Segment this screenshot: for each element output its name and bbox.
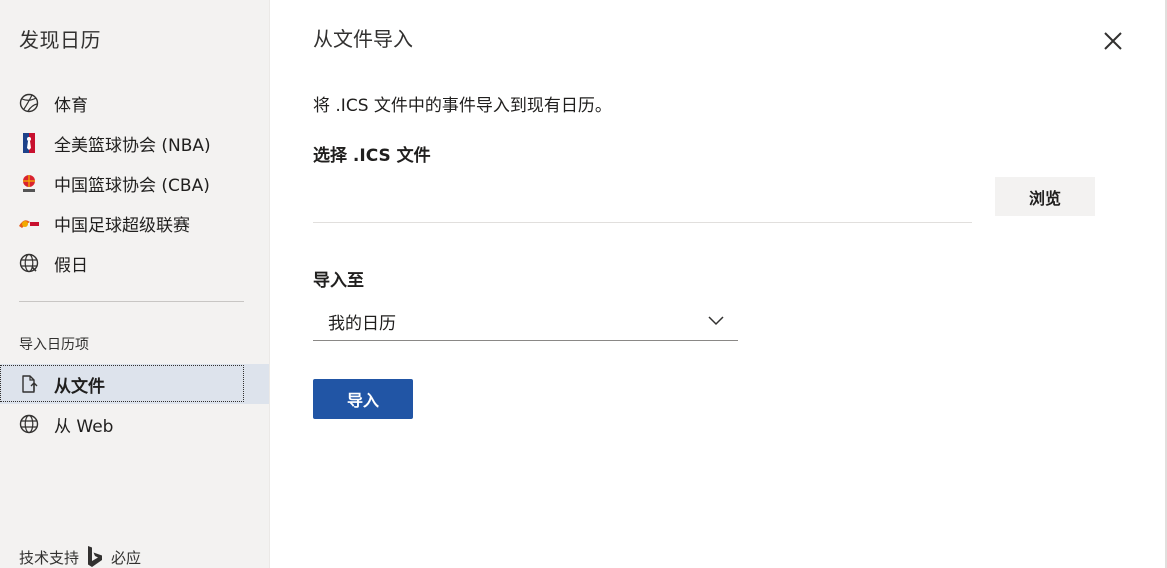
file-import-icon — [18, 373, 40, 395]
footer-brand: 必应 — [111, 548, 142, 567]
nba-logo-icon — [18, 132, 40, 154]
main-panel: 从文件导入 将 .ICS 文件中的事件导入到现有日历。 选择 .ICS 文件 浏… — [270, 0, 1167, 568]
sidebar-item-label: 中国篮球协会 (CBA) — [54, 175, 210, 196]
sidebar-item-from-web[interactable]: 从 Web — [0, 404, 269, 444]
choose-file-label: 选择 .ICS 文件 — [313, 146, 431, 166]
cba-logo-icon — [18, 172, 40, 194]
sidebar-item-label: 假日 — [54, 255, 88, 276]
sidebar-item-label: 全美篮球协会 (NBA) — [54, 135, 211, 156]
sidebar-footer: 技术支持 必应 — [19, 546, 141, 568]
bing-logo-icon — [87, 546, 103, 568]
csl-logo-icon — [18, 212, 40, 234]
sidebar-item-label: 从文件 — [54, 376, 105, 397]
chevron-down-icon — [708, 316, 724, 326]
sidebar-item-label: 中国足球超级联赛 — [54, 215, 190, 236]
sidebar-item-label: 体育 — [54, 95, 88, 116]
page-title: 从文件导入 — [313, 27, 413, 51]
footer-prefix: 技术支持 — [19, 548, 80, 567]
close-button[interactable] — [1100, 28, 1126, 54]
sidebar-item-from-file[interactable]: 从文件 — [0, 364, 269, 404]
browse-button[interactable]: 浏览 — [995, 177, 1095, 216]
import-to-label: 导入至 — [313, 271, 364, 291]
globe-icon — [18, 252, 40, 274]
close-icon — [1104, 32, 1122, 50]
sidebar-item-label: 从 Web — [54, 416, 114, 437]
sidebar-item-holidays[interactable]: 假日 — [0, 243, 269, 283]
file-path-input[interactable] — [313, 176, 972, 223]
sidebar-divider — [19, 301, 244, 302]
sidebar-item-nba[interactable]: 全美篮球协会 (NBA) — [0, 123, 269, 163]
globe-icon — [18, 413, 40, 435]
selected-calendar-value: 我的日历 — [328, 313, 396, 334]
calendar-select[interactable]: 我的日历 — [313, 302, 738, 341]
app-window: 发现日历 体育 全美篮球协会 (NBA) 中国篮球协会 (CBA) 中国足球超级… — [0, 0, 1167, 568]
sidebar-item-sports[interactable]: 体育 — [0, 83, 269, 123]
sidebar-item-csl[interactable]: 中国足球超级联赛 — [0, 203, 269, 243]
sports-ball-icon — [18, 92, 40, 114]
sidebar-section-label: 导入日历项 — [19, 337, 89, 353]
sidebar: 发现日历 体育 全美篮球协会 (NBA) 中国篮球协会 (CBA) 中国足球超级… — [0, 0, 270, 568]
sidebar-title: 发现日历 — [19, 28, 101, 52]
sidebar-item-cba[interactable]: 中国篮球协会 (CBA) — [0, 163, 269, 203]
description-text: 将 .ICS 文件中的事件导入到现有日历。 — [313, 96, 612, 116]
import-button[interactable]: 导入 — [313, 379, 413, 419]
